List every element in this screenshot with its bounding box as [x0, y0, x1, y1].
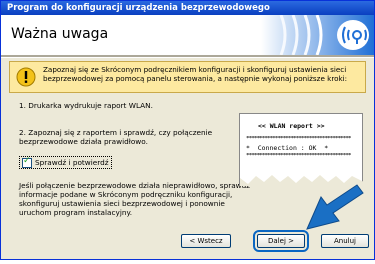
report-connection-label: Connection [257, 144, 297, 152]
warning-text: Zapoznaj się ze Skróconym podręcznikiem … [43, 65, 348, 83]
step-2-text-line-2: bezprzewodowe działa prawidłowo. [19, 137, 148, 146]
report-title: << WLAN report >> [258, 122, 325, 130]
warning-box: Zapoznaj się ze Skróconym podręcznikiem … [9, 61, 366, 93]
pointer-arrow [306, 184, 364, 230]
report-divider: **************************************** [246, 136, 352, 142]
note-line-1: Jeśli połączenie bezprzewodowe działa ni… [19, 181, 251, 190]
checkbox-label: Sprawdź i potwierdź [35, 158, 109, 167]
note-line-3: skonfiguruj ustawienia sieci bezprzewodo… [19, 199, 225, 208]
checkbox-box[interactable] [22, 156, 32, 168]
wizard-header: Ważna uwaga [1, 15, 374, 55]
wizard-window: Program do konfiguracji urządzenia bezpr… [0, 0, 375, 260]
report-connection-row: * Connection : OK * [246, 144, 329, 152]
step-1-text: 1. Drukarka wydrukuje raport WLAN. [19, 101, 153, 110]
report-divider: **************************************** [246, 153, 352, 159]
cancel-button[interactable]: Anuluj [321, 234, 369, 248]
note-line-2: informacje podane w Skróconym podręcznik… [19, 190, 233, 199]
confirm-checkbox[interactable]: Sprawdź i potwierdź [19, 156, 112, 169]
window-title: Program do konfiguracji urządzenia bezpr… [1, 1, 374, 15]
page-title: Ważna uwaga [11, 26, 109, 42]
warning-icon [16, 67, 36, 87]
header-separator [1, 55, 374, 58]
next-button[interactable]: Dalej > [253, 230, 309, 252]
back-button[interactable]: < Wstecz [181, 234, 231, 248]
step-2-text-line-1: 2. Zapoznaj się z raportem i sprawdź, cz… [19, 128, 213, 137]
wlan-report-illustration: << WLAN report >> **********************… [239, 113, 364, 186]
note-line-4: uruchom program instalacyjny. [19, 208, 133, 217]
wireless-icon [261, 15, 374, 55]
